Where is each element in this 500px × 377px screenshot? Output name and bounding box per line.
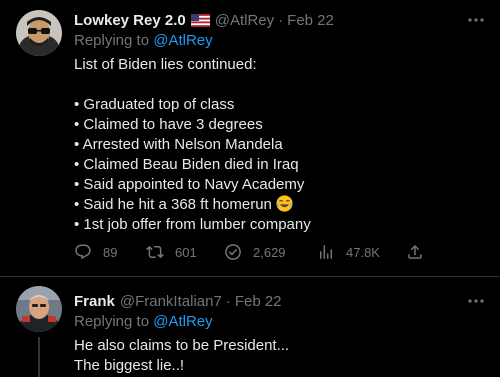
retweet-icon [146,245,164,259]
views-icon [320,245,332,259]
tweet-text-line: The biggest lie..! [74,357,185,374]
avatar[interactable] [16,286,62,332]
tweet-text-line: • Said he hit a 368 ft homerun [74,196,272,213]
share-icon [408,244,422,259]
tweet-header: Frank @FrankItalian7 · Feb 22 [74,291,486,311]
tears-of-joy-emoji [276,195,293,212]
display-name[interactable]: Lowkey Rey 2.0 [74,12,186,29]
tweet-text-line: List of Biden lies continued: [74,56,257,73]
replying-mention[interactable]: @AtlRey [153,32,212,49]
avatar[interactable] [16,10,62,56]
views-button[interactable]: 47.8K [317,243,380,261]
separator: · [278,11,284,29]
reply-icon [75,244,91,260]
replying-to: Replying to @AtlRey [74,313,486,333]
thread-line [38,337,40,377]
tweet-text-line: • 1st job offer from lumber company [74,216,311,233]
user-handle[interactable]: @AtlRey [215,12,274,29]
tweet-text: List of Biden lies continued: • Graduate… [74,55,486,235]
tweet-date[interactable]: Feb 22 [287,12,334,29]
separator: · [225,292,231,310]
tweet-text-line: • Claimed Beau Biden died in Iraq [74,156,299,173]
reply-button[interactable]: 89 [74,243,117,261]
replying-prefix: Replying to [74,32,150,49]
verified-like-icon [225,244,241,260]
tweet-text-line-homerun: • Said he hit a 368 ft homerun [74,195,486,215]
replying-prefix: Replying to [74,313,150,330]
like-count: 2,629 [253,244,286,260]
retweet-count: 601 [175,244,197,260]
retweet-button[interactable]: 601 [146,243,197,261]
reply-count: 89 [103,244,118,260]
tweet-header: Lowkey Rey 2.0 @AtlRey · Feb 22 [74,10,486,30]
tweet-text-line [74,75,486,95]
tweet-text-line: • Graduated top of class [74,96,235,113]
tweet-date[interactable]: Feb 22 [235,293,282,310]
tweet[interactable]: Lowkey Rey 2.0 @AtlRey · Feb 22 Replying… [0,0,500,276]
more-icon[interactable] [466,12,486,28]
tweet-actions: 89 601 2,629 47.8K [74,242,424,262]
tweet-text: He also claims to be President... The bi… [74,336,486,376]
tweet-text-line: He also claims to be President... [74,337,290,354]
us-flag-icon [190,13,210,27]
tweet-text-line: • Arrested with Nelson Mandela [74,136,283,153]
views-count: 47.8K [346,244,380,260]
replying-mention[interactable]: @AtlRey [153,313,212,330]
like-button[interactable]: 2,629 [224,243,286,261]
tweet[interactable]: Frank @FrankItalian7 · Feb 22 Replying t… [0,277,500,377]
display-name[interactable]: Frank [74,293,115,310]
tweet-text-line: • Said appointed to Navy Academy [74,176,305,193]
more-icon[interactable] [466,293,486,309]
tweet-text-line: • Claimed to have 3 degrees [74,116,263,133]
user-handle[interactable]: @FrankItalian7 [120,293,222,310]
replying-to: Replying to @AtlRey [74,32,486,52]
share-button[interactable] [406,243,424,261]
